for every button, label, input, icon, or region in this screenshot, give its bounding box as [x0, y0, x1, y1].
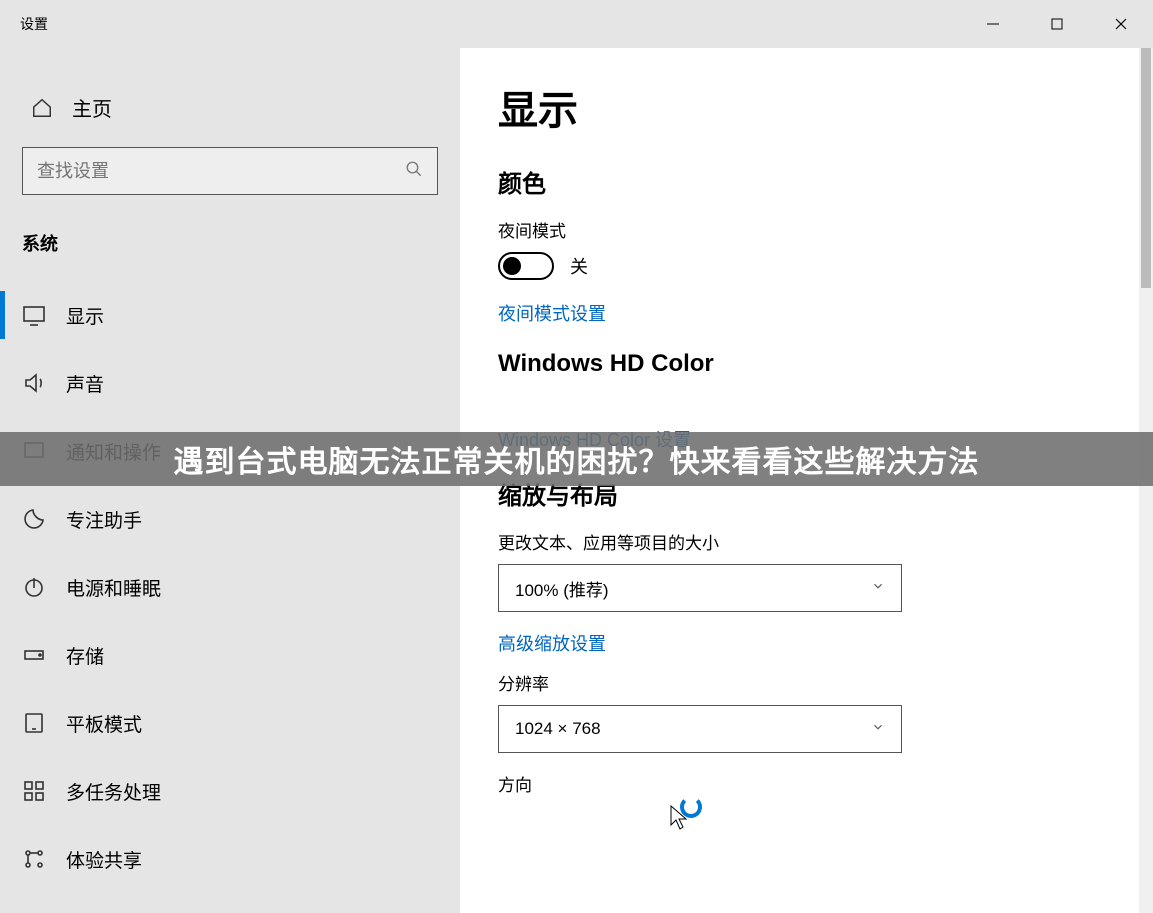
- sidebar-item-multitask[interactable]: 多任务处理: [0, 757, 460, 825]
- sound-icon: [22, 371, 46, 395]
- window-controls: [961, 0, 1153, 48]
- overlay-banner: 遇到台式电脑无法正常关机的困扰？快来看看这些解决方法: [0, 432, 1153, 486]
- sidebar-home-label: 主页: [72, 93, 112, 122]
- sidebar-item-sound[interactable]: 声音: [0, 349, 460, 417]
- resolution-label: 分辨率: [498, 670, 1153, 695]
- overlay-banner-text: 遇到台式电脑无法正常关机的困扰？快来看看这些解决方法: [174, 437, 980, 481]
- window-title: 设置: [20, 14, 48, 34]
- scroll-thumb[interactable]: [1141, 48, 1151, 288]
- orientation-label: 方向: [498, 771, 1153, 796]
- chevron-down-icon: [871, 578, 885, 598]
- search-icon: [405, 160, 423, 183]
- chevron-down-icon: [871, 719, 885, 739]
- search-input-container[interactable]: [22, 147, 438, 195]
- color-section-title: 颜色: [498, 164, 1153, 199]
- sidebar-item-label: 存储: [66, 642, 104, 669]
- search-input[interactable]: [37, 161, 405, 182]
- close-icon: [1114, 17, 1128, 31]
- minimize-icon: [986, 17, 1000, 31]
- tablet-icon: [22, 711, 46, 735]
- sidebar-item-display[interactable]: 显示: [0, 281, 460, 349]
- sidebar-home[interactable]: 主页: [0, 83, 460, 137]
- night-mode-toggle[interactable]: [498, 252, 554, 280]
- night-mode-settings-link[interactable]: 夜间模式设置: [498, 300, 1153, 326]
- maximize-button[interactable]: [1025, 0, 1089, 48]
- night-mode-label: 夜间模式: [498, 217, 1153, 242]
- multitask-icon: [22, 779, 46, 803]
- sidebar-item-label: 多任务处理: [66, 778, 161, 805]
- sidebar-item-label: 显示: [66, 302, 104, 329]
- sidebar-item-label: 专注助手: [66, 506, 142, 533]
- share-icon: [22, 847, 46, 871]
- sidebar-item-label: 平板模式: [66, 710, 142, 737]
- minimize-button[interactable]: [961, 0, 1025, 48]
- scale-label: 更改文本、应用等项目的大小: [498, 529, 1153, 554]
- focus-icon: [22, 507, 46, 531]
- storage-icon: [22, 643, 46, 667]
- sidebar-category: 系统: [0, 210, 460, 281]
- scale-dropdown[interactable]: 100% (推荐): [498, 564, 902, 612]
- maximize-icon: [1050, 17, 1064, 31]
- sidebar-item-storage[interactable]: 存储: [0, 621, 460, 689]
- page-title: 显示: [498, 78, 1153, 136]
- sidebar-item-label: 声音: [66, 370, 104, 397]
- resolution-dropdown[interactable]: 1024 × 768: [498, 705, 902, 753]
- sidebar-item-label: 体验共享: [66, 846, 142, 873]
- night-mode-state: 关: [570, 253, 588, 279]
- home-icon: [30, 96, 54, 120]
- close-button[interactable]: [1089, 0, 1153, 48]
- scale-value: 100% (推荐): [515, 576, 609, 601]
- hd-section-title: Windows HD Color: [498, 350, 1153, 378]
- titlebar: 设置: [0, 0, 1153, 48]
- advanced-scale-link[interactable]: 高级缩放设置: [498, 630, 1153, 656]
- sidebar-item-label: 电源和睡眠: [66, 574, 161, 601]
- sidebar-item-focus[interactable]: 专注助手: [0, 485, 460, 553]
- sidebar-item-tablet[interactable]: 平板模式: [0, 689, 460, 757]
- sidebar-item-power[interactable]: 电源和睡眠: [0, 553, 460, 621]
- resolution-value: 1024 × 768: [515, 719, 601, 739]
- power-icon: [22, 575, 46, 599]
- sidebar-item-share[interactable]: 体验共享: [0, 825, 460, 893]
- display-icon: [22, 303, 46, 327]
